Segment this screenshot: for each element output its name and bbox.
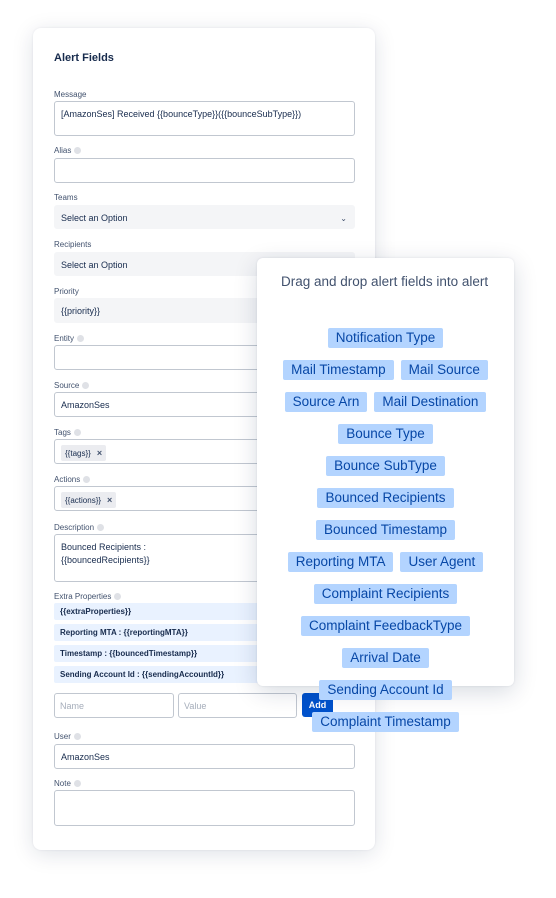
note-field[interactable] <box>54 790 355 826</box>
field-chip[interactable]: Arrival Date <box>342 648 429 668</box>
teams-label-text: Teams <box>54 193 78 202</box>
alert-fields-panel: Drag and drop alert fields into alert No… <box>257 258 514 732</box>
alias-label-text: Alias <box>54 146 72 155</box>
description-label-text: Description <box>54 523 95 532</box>
field-chip[interactable]: User Agent <box>400 552 484 572</box>
field-chip[interactable]: Bounced Recipients <box>317 488 454 508</box>
extra-properties-label-text: Extra Properties <box>54 592 112 601</box>
info-icon <box>74 147 82 154</box>
source-label-text: Source <box>54 381 80 390</box>
info-icon <box>73 780 81 787</box>
alias-field[interactable] <box>54 158 355 183</box>
recipients-label-text: Recipients <box>54 240 92 249</box>
field-chip[interactable]: Complaint Timestamp <box>312 712 459 732</box>
source-label: Source <box>54 381 90 390</box>
field-chip[interactable]: Sending Account Id <box>319 680 452 700</box>
entity-label: Entity <box>54 334 85 343</box>
actions-label-text: Actions <box>54 475 81 484</box>
tag-chip-label: {{tags}} <box>65 448 91 458</box>
message-label: Message <box>54 90 86 99</box>
entity-label-text: Entity <box>54 334 75 343</box>
field-chip[interactable]: Complaint Recipients <box>313 584 458 604</box>
info-icon <box>114 593 122 600</box>
tags-label: Tags <box>54 428 81 437</box>
info-icon <box>73 733 81 740</box>
user-label: User <box>54 732 81 741</box>
info-icon <box>97 524 105 531</box>
alias-label: Alias <box>54 146 82 155</box>
panel-title: Drag and drop alert fields into alert <box>281 274 489 289</box>
info-icon <box>77 335 85 342</box>
extra-properties-label: Extra Properties <box>54 592 122 601</box>
field-chip[interactable]: Notification Type <box>327 328 444 348</box>
info-icon <box>83 476 91 483</box>
property-name-input[interactable]: Name <box>54 693 174 718</box>
message-label-text: Message <box>54 90 87 99</box>
field-chip[interactable]: Bounce Type <box>338 424 433 444</box>
field-chip[interactable]: Mail Timestamp <box>283 360 394 380</box>
tags-label-text: Tags <box>54 428 71 437</box>
field-chip[interactable]: Bounce SubType <box>326 456 445 476</box>
form-title: Alert Fields <box>54 52 114 64</box>
action-chip-label: {{actions}} <box>65 495 102 505</box>
user-label-text: User <box>54 732 71 741</box>
field-chip[interactable]: Mail Destination <box>374 392 487 412</box>
field-chip[interactable]: Mail Source <box>400 360 488 380</box>
description-label: Description <box>54 523 105 532</box>
user-field[interactable]: AmazonSes <box>54 744 355 769</box>
recipients-label: Recipients <box>54 240 91 249</box>
field-chip[interactable]: Bounced Timestamp <box>315 520 456 540</box>
field-chip[interactable]: Reporting MTA <box>287 552 394 572</box>
info-icon <box>82 382 90 389</box>
note-label-text: Note <box>54 779 71 788</box>
tag-chip: {{tags}} × <box>61 445 107 461</box>
message-value: [AmazonSes] Received {{bounceType}}({{bo… <box>61 109 302 119</box>
close-icon[interactable]: × <box>97 448 102 458</box>
action-chip: {{actions}} × <box>61 492 117 508</box>
user-value: AmazonSes <box>61 752 110 762</box>
field-chip[interactable]: Source Arn <box>284 392 368 412</box>
priority-label: Priority <box>54 287 79 296</box>
chevron-down-icon: ⌄ <box>340 214 347 223</box>
teams-value: Select an Option <box>61 213 128 223</box>
message-field[interactable]: [AmazonSes] Received {{bounceType}}({{bo… <box>54 101 355 136</box>
close-icon[interactable]: × <box>107 495 112 505</box>
teams-label: Teams <box>54 193 78 202</box>
note-label: Note <box>54 779 81 788</box>
priority-label-text: Priority <box>54 287 79 296</box>
teams-select[interactable]: Select an Option ⌄ <box>54 205 355 229</box>
field-chip[interactable]: Complaint FeedbackType <box>300 616 471 636</box>
field-chip-list: Notification Type Mail Timestamp Mail So… <box>267 328 504 732</box>
actions-label: Actions <box>54 475 91 484</box>
info-icon <box>73 429 81 436</box>
